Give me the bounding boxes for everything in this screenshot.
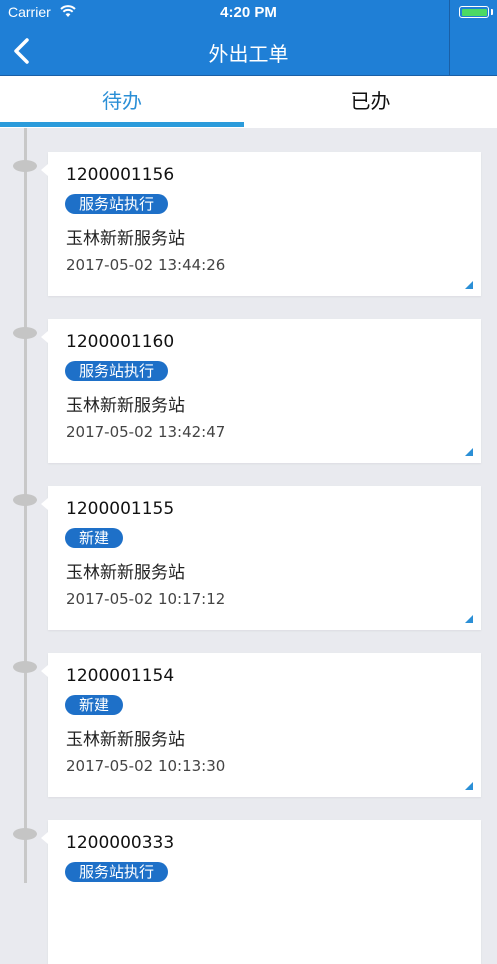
- timeline-dot: [13, 828, 37, 840]
- page-title: 外出工单: [208, 42, 289, 66]
- battery-icon: [459, 6, 489, 18]
- timeline-dot: [13, 494, 37, 506]
- tab-pending[interactable]: 待办: [0, 76, 244, 128]
- order-time: 2017-05-02 10:17:12: [66, 590, 226, 608]
- nav-header: Carrier 4:20 PM 外出工单: [0, 0, 497, 76]
- order-id: 1200001160: [66, 332, 175, 352]
- battery-tip: [490, 9, 493, 15]
- order-id: 1200001154: [66, 666, 175, 686]
- status-badge: 新建: [65, 528, 124, 548]
- station-name: 玉林新新服务站: [66, 229, 185, 249]
- order-id: 1200000333: [66, 833, 175, 853]
- order-time: 2017-05-02 13:42:47: [66, 423, 226, 441]
- station-name: 玉林新新服务站: [66, 396, 185, 416]
- order-card[interactable]: 1200001156 服务站执行 玉林新新服务站 2017-05-02 13:4…: [41, 152, 481, 296]
- corner-triangle-icon: [465, 782, 473, 790]
- order-id: 1200001155: [66, 499, 175, 519]
- order-time: 2017-05-02 13:44:26: [66, 256, 226, 274]
- timeline-dot: [13, 327, 37, 339]
- status-badge: 服务站执行: [65, 361, 169, 381]
- tab-active-indicator: [0, 122, 244, 127]
- status-badge: 新建: [65, 695, 124, 715]
- tab-bar: 待办 已办: [0, 76, 497, 128]
- timeline-dot: [13, 160, 37, 172]
- corner-triangle-icon: [465, 281, 473, 289]
- tab-done[interactable]: 已办: [244, 76, 497, 128]
- timeline-dot: [13, 661, 37, 673]
- battery-level: [461, 8, 487, 16]
- status-time: 4:20 PM: [220, 4, 277, 21]
- status-badge: 服务站执行: [65, 194, 169, 214]
- station-name: 玉林新新服务站: [66, 563, 185, 583]
- order-card[interactable]: 1200001160 服务站执行 玉林新新服务站 2017-05-02 13:4…: [41, 319, 481, 463]
- order-card[interactable]: 1200001155 新建 玉林新新服务站 2017-05-02 10:17:1…: [41, 486, 481, 630]
- corner-triangle-icon: [465, 448, 473, 456]
- order-card[interactable]: 1200001154 新建 玉林新新服务站 2017-05-02 10:13:3…: [41, 653, 481, 797]
- order-id: 1200001156: [66, 165, 175, 185]
- station-name: 玉林新新服务站: [66, 730, 185, 750]
- status-bar: Carrier 4:20 PM: [0, 0, 497, 26]
- status-badge: 服务站执行: [65, 862, 169, 882]
- order-card[interactable]: 1200000333 服务站执行: [41, 820, 481, 964]
- order-time: 2017-05-02 10:13:30: [66, 757, 226, 775]
- corner-triangle-icon: [465, 615, 473, 623]
